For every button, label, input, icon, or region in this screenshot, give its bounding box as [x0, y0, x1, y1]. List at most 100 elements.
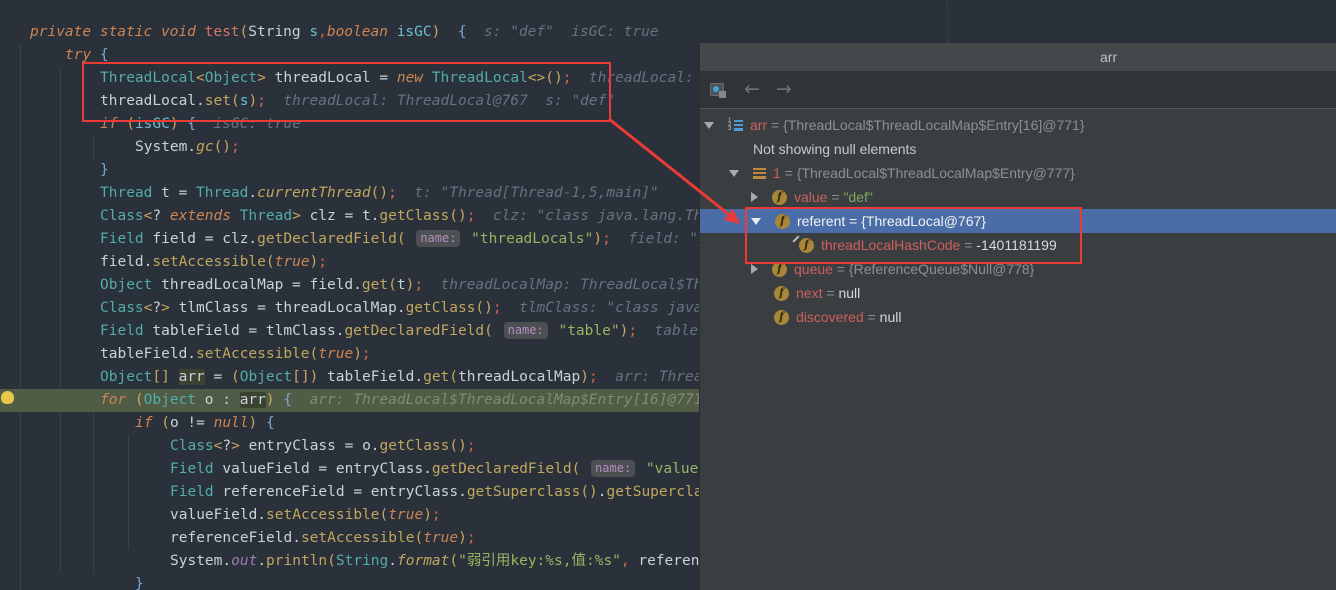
- code-token: ): [580, 369, 589, 385]
- code-line: valueField.setAccessible(true);: [170, 504, 441, 527]
- field-icon: f: [772, 190, 787, 205]
- code-token: >: [292, 208, 309, 224]
- code-token: null: [214, 415, 249, 431]
- code-token: ;: [589, 369, 598, 385]
- code-token: (: [380, 507, 389, 523]
- collapse-toggle-icon[interactable]: [751, 218, 761, 225]
- code-token: o :: [196, 392, 240, 408]
- collapse-toggle-icon[interactable]: [704, 122, 714, 129]
- code-token: s: [309, 24, 318, 40]
- code-token: Class: [170, 438, 214, 454]
- code-token: String: [248, 24, 309, 40]
- code-token: (: [240, 24, 249, 40]
- debugger-inspect-popup[interactable]: arr ← → 1 2 3arr = {ThreadLocal$ThreadLo…: [699, 43, 1336, 590]
- code-line: if (isGC) { isGC: true: [100, 113, 301, 136]
- back-icon[interactable]: ←: [744, 80, 760, 99]
- code-token: setAccessible: [152, 254, 266, 270]
- code-line: private static void test(String s,boolea…: [30, 21, 659, 44]
- equals-sign: =: [827, 189, 843, 205]
- code-token: getDeclaredField: [257, 231, 397, 247]
- code-token: "threadLocals": [462, 231, 593, 247]
- variable-value: {ThreadLocal$ThreadLocalMap$Entry[16]@77…: [783, 117, 1084, 133]
- code-token: (): [449, 438, 466, 454]
- code-token: Object: [240, 369, 292, 385]
- code-token: referenceField = entryClass.: [222, 484, 466, 500]
- variable-row-referent[interactable]: freferent = {ThreadLocal@767}: [700, 209, 1336, 233]
- code-token: ;: [414, 277, 423, 293]
- code-token: ;: [231, 139, 240, 155]
- variable-value: "def": [843, 189, 872, 205]
- code-token: .: [248, 185, 257, 201]
- code-token: {: [187, 116, 196, 132]
- code-token: ;: [602, 231, 611, 247]
- equals-sign: =: [960, 237, 976, 253]
- code-token: ThreadLocal: [100, 70, 196, 86]
- expand-toggle-icon[interactable]: [751, 264, 758, 274]
- code-token: if: [100, 116, 126, 132]
- code-token: (: [266, 254, 275, 270]
- code-line: try {: [65, 44, 109, 67]
- code-token: out: [231, 553, 257, 569]
- code-token: getSuperclass: [467, 484, 581, 500]
- variable-name: next: [796, 285, 822, 301]
- variable-row-discovered[interactable]: fdiscovered = null: [700, 305, 1336, 329]
- array-icon: 1 2 3: [728, 119, 743, 132]
- code-token: field = clz.: [152, 231, 257, 247]
- code-token: true: [423, 530, 458, 546]
- code-token: <: [196, 70, 205, 86]
- forward-icon[interactable]: →: [776, 80, 792, 99]
- code-token: (: [161, 415, 170, 431]
- code-token: Class: [100, 208, 144, 224]
- code-token: }: [100, 162, 109, 178]
- code-token: >: [231, 438, 248, 454]
- code-token: getClass: [380, 438, 450, 454]
- variable-value: null: [838, 285, 860, 301]
- variable-row-1[interactable]: 1 = {ThreadLocal$ThreadLocalMap$Entry@77…: [700, 161, 1336, 185]
- code-line: referenceField.setAccessible(true);: [170, 527, 476, 550]
- code-token: set: [205, 93, 231, 109]
- inspect-icon[interactable]: [710, 82, 728, 98]
- variable-value: null: [880, 309, 902, 325]
- code-line: tableField.setAccessible(true);: [100, 343, 371, 366]
- variable-row-note[interactable]: Not showing null elements: [700, 137, 1336, 161]
- code-token: Field: [170, 461, 222, 477]
- code-token: gc: [196, 139, 213, 155]
- variable-row-value[interactable]: fvalue = "def": [700, 185, 1336, 209]
- code-token: ): [249, 415, 266, 431]
- code-token: ): [406, 277, 415, 293]
- code-token: ;: [467, 438, 476, 454]
- variable-row-next[interactable]: fnext = null: [700, 281, 1336, 305]
- code-token: private static void: [30, 24, 205, 40]
- code-token: for: [100, 392, 135, 408]
- code-token: println: [266, 553, 327, 569]
- code-token: getClass: [379, 208, 449, 224]
- expand-toggle-icon[interactable]: [751, 192, 758, 202]
- variable-row-arr[interactable]: 1 2 3arr = {ThreadLocal$ThreadLocalMap$E…: [700, 113, 1336, 137]
- code-token: ): [620, 323, 629, 339]
- code-token: setAccessible: [196, 346, 310, 362]
- equals-sign: =: [781, 165, 797, 181]
- code-token: o !=: [170, 415, 214, 431]
- code-token: (: [231, 369, 240, 385]
- collapse-toggle-icon[interactable]: [729, 170, 739, 177]
- variable-value: {ReferenceQueue$Null@778}: [849, 261, 1034, 277]
- variable-row-threadLocalHashCode[interactable]: fthreadLocalHashCode = -1401181199: [700, 233, 1336, 257]
- param-name-hint: name:: [591, 460, 635, 477]
- equals-sign: =: [833, 261, 849, 277]
- code-token: ThreadLocal: [432, 70, 528, 86]
- code-token: }: [135, 576, 144, 590]
- variable-row-queue[interactable]: fqueue = {ReferenceQueue$Null@778}: [700, 257, 1336, 281]
- popup-title-bar[interactable]: arr: [700, 43, 1336, 71]
- popup-toolbar: ← →: [700, 71, 1336, 109]
- code-token: (: [397, 231, 414, 247]
- code-token: threadLocalMap: [458, 369, 580, 385]
- code-token: true: [318, 346, 353, 362]
- code-token: isGC: [397, 24, 432, 40]
- code-line: System.gc();: [135, 136, 240, 159]
- code-token: Field: [170, 484, 222, 500]
- code-token: t: [397, 277, 406, 293]
- code-token: getClass: [406, 300, 476, 316]
- variable-value: {ThreadLocal$ThreadLocalMap$Entry@777}: [797, 165, 1075, 181]
- code-token: (: [327, 553, 336, 569]
- code-token: (: [414, 530, 423, 546]
